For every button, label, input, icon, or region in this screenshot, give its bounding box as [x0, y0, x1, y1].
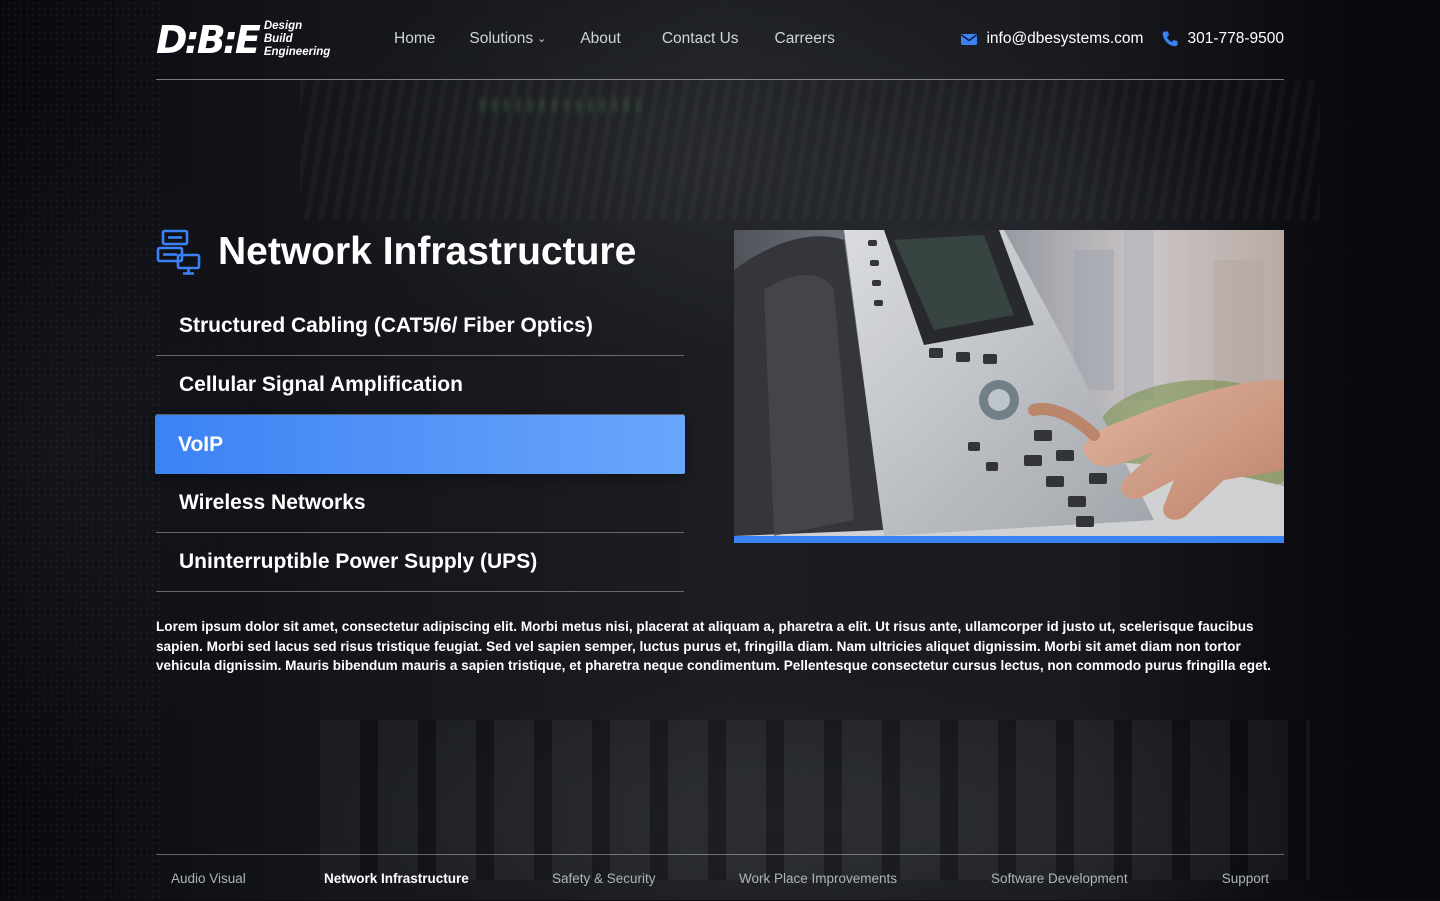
- footer-tab-software-development[interactable]: Software Development: [991, 871, 1128, 886]
- section-description: Lorem ipsum dolor sit amet, consectetur …: [156, 619, 1271, 674]
- network-computers-icon: [156, 229, 201, 275]
- footer-tab-support[interactable]: Support: [1222, 871, 1269, 886]
- service-item-cellular-signal[interactable]: Cellular Signal Amplification: [156, 356, 684, 415]
- main-content: Network Infrastructure Structured Cablin…: [155, 0, 1284, 901]
- footer-tab-safety-security[interactable]: Safety & Security: [552, 871, 656, 886]
- service-item-ups[interactable]: Uninterruptible Power Supply (UPS): [156, 533, 684, 592]
- service-item-wireless-networks[interactable]: Wireless Networks: [156, 474, 684, 533]
- footer-tab-network-infrastructure[interactable]: Network Infrastructure: [324, 871, 469, 886]
- footer-tab-audio-visual[interactable]: Audio Visual: [171, 871, 246, 886]
- service-list: Structured Cabling (CAT5/6/ Fiber Optics…: [155, 297, 685, 592]
- photo-accent-bar: [734, 536, 1284, 543]
- section-title: Network Infrastructure: [218, 230, 637, 273]
- solutions-footer-nav: Audio Visual Network Infrastructure Safe…: [156, 854, 1284, 901]
- service-item-voip[interactable]: VoIP: [155, 415, 685, 474]
- service-item-structured-cabling[interactable]: Structured Cabling (CAT5/6/ Fiber Optics…: [156, 297, 684, 356]
- footer-tab-work-place-improvements[interactable]: Work Place Improvements: [739, 871, 897, 886]
- voip-phone-photo: [734, 230, 1284, 543]
- section-heading: Network Infrastructure: [156, 226, 636, 278]
- service-photo: [734, 230, 1284, 543]
